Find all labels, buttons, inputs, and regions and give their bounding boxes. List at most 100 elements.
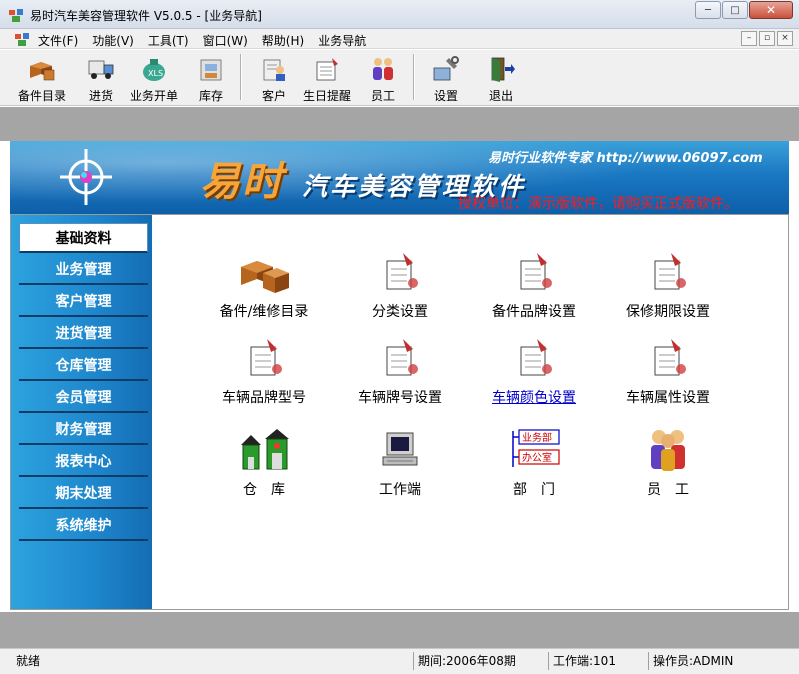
- function-grid: 备件/维修目录 分类设置 备件品牌设置 保修期限设置 车辆品牌型号 车辆牌号设置…: [152, 215, 788, 609]
- toolbar-inventory-button[interactable]: 库存: [196, 54, 226, 104]
- toolbar-label: 设置: [433, 89, 458, 103]
- grid-item-label: 车辆牌号设置: [358, 390, 442, 406]
- grid-item-plate[interactable]: 车辆牌号设置: [340, 335, 460, 415]
- register-icon: [386, 339, 418, 376]
- child-minimize-button[interactable]: –: [741, 31, 757, 46]
- grid-item-label: 保修期限设置: [626, 304, 710, 320]
- grid-item-parts-brand[interactable]: 备件品牌设置: [474, 249, 594, 329]
- dept-label-business: 业务部: [522, 431, 552, 444]
- svg-text:XLS: XLS: [148, 69, 163, 78]
- main-panel: 基础资料 业务管理 客户管理 进货管理 仓库管理 会员管理 财务管理 报表中心 …: [10, 214, 789, 610]
- sidebar-item-system[interactable]: 系统维护: [19, 511, 148, 541]
- department-icon: 业务部 办公室: [512, 429, 560, 467]
- grid-item-category[interactable]: 分类设置: [340, 249, 460, 329]
- app-icon: [9, 9, 23, 22]
- menu-tools[interactable]: 工具(T): [148, 32, 189, 49]
- toolbar-staff-button[interactable]: 员工: [368, 54, 398, 104]
- grid-item-workstation[interactable]: 工作端: [340, 427, 460, 507]
- birthday-icon: [316, 58, 338, 81]
- grid-item-vehicle-attr[interactable]: 车辆属性设置: [608, 335, 728, 415]
- register-icon: [386, 253, 418, 290]
- grid-item-vehicle-color[interactable]: 车辆颜色设置: [474, 335, 594, 415]
- top-gray-area: [0, 107, 799, 141]
- child-restore-button[interactable]: ▫: [759, 31, 775, 46]
- sidebar-item-customer[interactable]: 客户管理: [19, 287, 148, 317]
- grid-item-label: 车辆颜色设置: [492, 390, 576, 406]
- grid-item-label: 分类设置: [372, 304, 428, 320]
- status-terminal: 工作端:101: [548, 652, 648, 670]
- sidebar-item-finance[interactable]: 财务管理: [19, 415, 148, 445]
- sidebar-item-business[interactable]: 业务管理: [19, 255, 148, 285]
- register-icon: [250, 339, 282, 376]
- grid-item-label: 仓 库: [243, 482, 285, 498]
- menu-function[interactable]: 功能(V): [92, 32, 134, 49]
- minimize-button[interactable]: ─: [695, 1, 721, 19]
- maximize-button[interactable]: □: [722, 1, 748, 19]
- sidebar-item-period-end[interactable]: 期末处理: [19, 479, 148, 509]
- child-close-button[interactable]: ×: [777, 31, 793, 46]
- child-window-icon[interactable]: [14, 31, 30, 47]
- staff-icon: [651, 430, 685, 471]
- sidebar-item-reports[interactable]: 报表中心: [19, 447, 148, 477]
- customer-icon: [263, 59, 285, 81]
- grid-item-label: 车辆属性设置: [626, 390, 710, 406]
- grid-item-warranty[interactable]: 保修期限设置: [608, 249, 728, 329]
- banner-license: 授权单位：演示版软件，请购买正式版软件。: [458, 196, 738, 212]
- exit-icon: [491, 57, 515, 82]
- grid-item-label: 车辆品牌型号: [222, 390, 306, 406]
- toolbar-label: 进货: [88, 89, 113, 103]
- menu-bar: 文件(F) 功能(V) 工具(T) 窗口(W) 帮助(H) 业务导航 – ▫ ×: [0, 29, 799, 49]
- money-bag-icon: XLS: [143, 59, 165, 81]
- register-icon: [520, 339, 552, 376]
- toolbar-label: 生日提醒: [303, 89, 352, 103]
- close-button[interactable]: ✕: [749, 1, 793, 19]
- register-icon: [654, 339, 686, 376]
- menu-window[interactable]: 窗口(W): [203, 32, 248, 49]
- toolbar-order-button[interactable]: XLS 业务开单: [130, 54, 178, 104]
- grid-item-label: 员 工: [647, 482, 689, 498]
- status-operator: 操作员:ADMIN: [648, 652, 778, 670]
- boxes-icon: [241, 261, 289, 293]
- grid-item-label: 备件品牌设置: [492, 304, 576, 320]
- menu-help[interactable]: 帮助(H): [262, 32, 304, 49]
- toolbar-label: 备件目录: [18, 89, 67, 103]
- crosshair-logo-icon: [60, 149, 112, 205]
- staff-icon: [373, 58, 393, 80]
- sidebar-item-basic-data[interactable]: 基础资料: [19, 223, 148, 253]
- toolbar-birthday-button[interactable]: 生日提醒: [303, 54, 351, 104]
- grid-item-department[interactable]: 业务部 办公室 部 门: [474, 427, 594, 507]
- banner: 易时 汽车美容管理软件 易时行业软件专家 http://www.06097.co…: [10, 141, 789, 214]
- settings-icon: [433, 56, 459, 81]
- sidebar-item-member[interactable]: 会员管理: [19, 383, 148, 413]
- toolbar-label: 退出: [488, 89, 513, 103]
- status-ready: 就绪: [16, 654, 41, 668]
- grid-item-warehouse[interactable]: 仓 库: [204, 427, 324, 507]
- sidebar-item-purchase[interactable]: 进货管理: [19, 319, 148, 349]
- grid-item-catalog[interactable]: 备件/维修目录: [204, 249, 324, 329]
- sidebar-item-warehouse[interactable]: 仓库管理: [19, 351, 148, 381]
- window-title: 易时汽车美容管理软件 V5.0.5 - [业务导航]: [30, 9, 262, 23]
- bottom-gray-area: [0, 612, 799, 648]
- grid-item-vehicle-model[interactable]: 车辆品牌型号: [204, 335, 324, 415]
- toolbar-label: 业务开单: [130, 89, 179, 103]
- grid-item-label: 部 门: [513, 482, 555, 498]
- toolbar-label: 客户: [261, 89, 286, 103]
- status-period: 期间:2006年08期: [413, 652, 548, 670]
- menu-business-nav[interactable]: 业务导航: [318, 32, 366, 49]
- toolbar-purchase-button[interactable]: 进货: [86, 54, 116, 104]
- toolbar-separator: [413, 54, 415, 100]
- toolbar-label: 员工: [370, 89, 395, 103]
- grid-item-staff[interactable]: 员 工: [608, 427, 728, 507]
- toolbar-catalog-button[interactable]: 备件目录: [18, 54, 66, 104]
- toolbar-exit-button[interactable]: 退出: [486, 54, 516, 104]
- menu-file[interactable]: 文件(F): [38, 32, 78, 49]
- warehouse-icon: [200, 59, 222, 81]
- toolbar-settings-button[interactable]: 设置: [431, 54, 461, 104]
- title-bar: 易时汽车美容管理软件 V5.0.5 - [业务导航] ─ □ ✕: [0, 0, 799, 29]
- boxes-icon: [30, 62, 55, 81]
- grid-item-label: 工作端: [379, 482, 421, 498]
- toolbar-customer-button[interactable]: 客户: [259, 54, 289, 104]
- toolbar-label: 库存: [198, 89, 223, 103]
- dept-label-office: 办公室: [522, 451, 552, 464]
- grid-item-label: 备件/维修目录: [219, 304, 309, 320]
